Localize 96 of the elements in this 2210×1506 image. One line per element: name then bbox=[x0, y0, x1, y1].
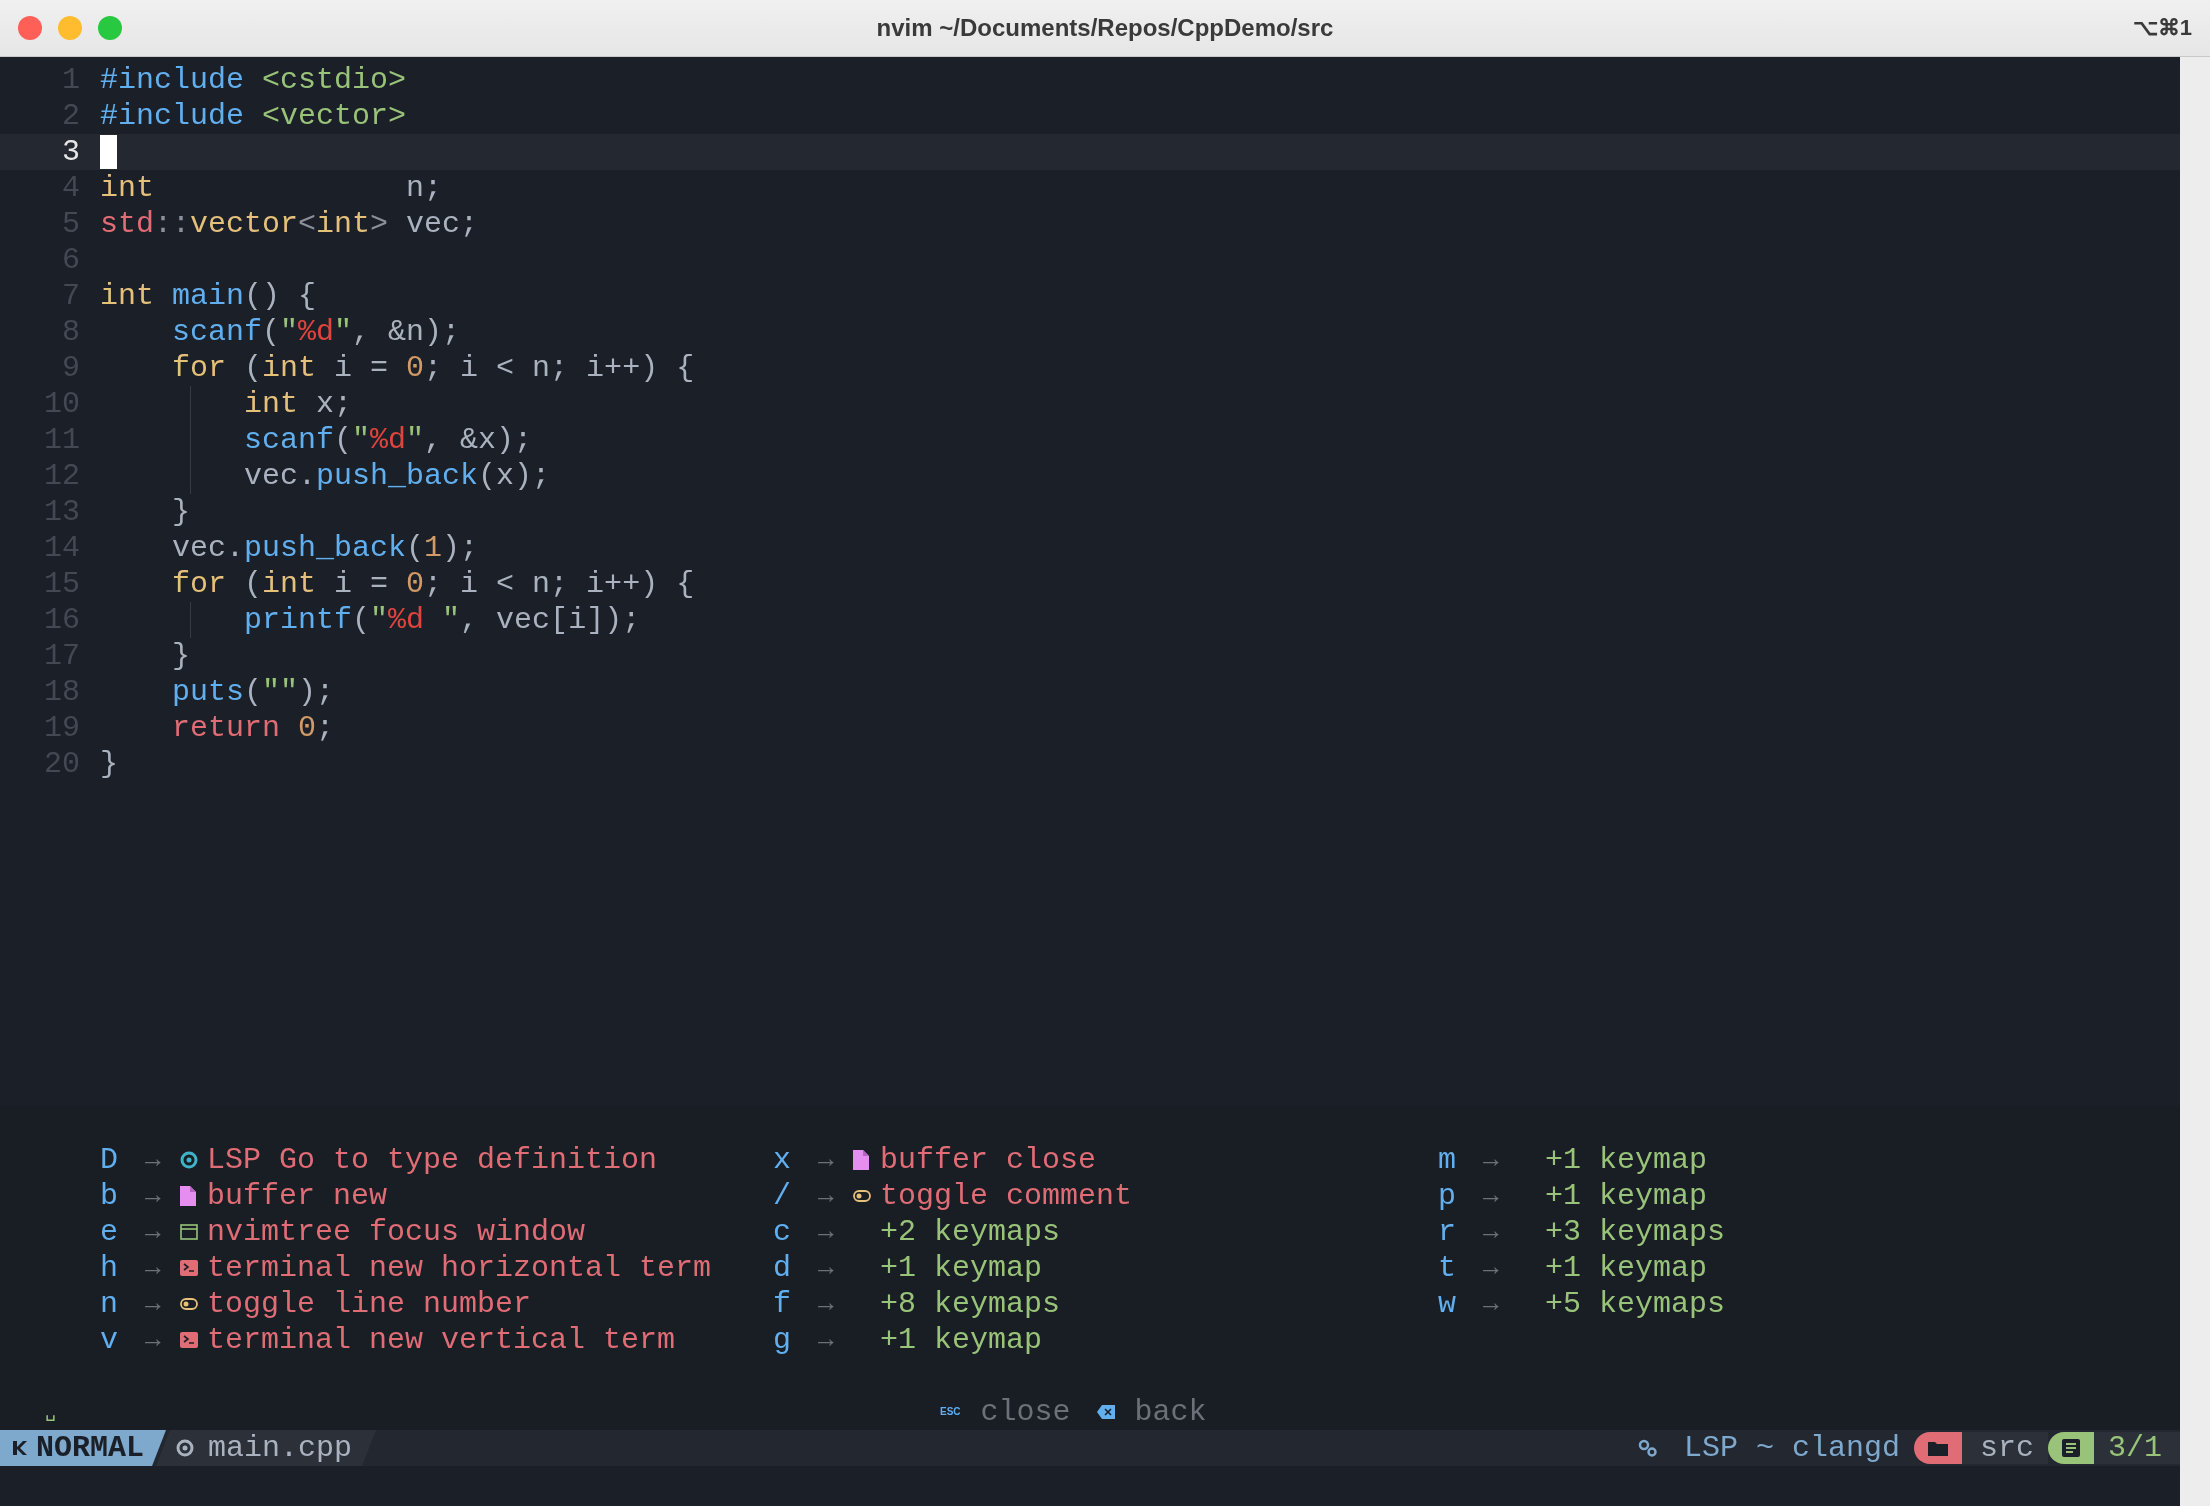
code-line: int x; bbox=[243, 387, 353, 421]
code-line: std::vector<int> vec; bbox=[100, 207, 479, 241]
command-label[interactable]: terminal new vertical term bbox=[207, 1322, 676, 1358]
key-label: n bbox=[100, 1286, 119, 1322]
group-label[interactable]: +5 keymaps bbox=[1545, 1286, 1726, 1322]
arrow: → bbox=[145, 1324, 162, 1357]
code-line: vec.push_back(1); bbox=[171, 531, 479, 565]
key-label: p bbox=[1438, 1178, 1457, 1214]
line-number: 3 bbox=[61, 134, 80, 170]
code-line: } bbox=[171, 639, 190, 673]
command-label[interactable]: buffer new bbox=[207, 1178, 388, 1214]
arrow: → bbox=[1483, 1288, 1500, 1321]
group-label[interactable]: +3 keymaps bbox=[1545, 1214, 1726, 1250]
key-label: D bbox=[100, 1142, 119, 1178]
arrow: → bbox=[1483, 1144, 1500, 1177]
file-icon bbox=[180, 1186, 196, 1206]
window-title: nvim ~/Documents/Repos/CppDemo/src bbox=[876, 14, 1334, 41]
command-label[interactable]: toggle line number bbox=[207, 1286, 532, 1322]
command-label[interactable]: nvimtree focus window bbox=[207, 1214, 586, 1250]
toggle-icon bbox=[180, 1298, 198, 1310]
command-label[interactable]: buffer close bbox=[880, 1142, 1097, 1178]
key-label: m bbox=[1438, 1142, 1457, 1178]
code-line: vec.push_back(x); bbox=[243, 459, 551, 493]
code-line: scanf("%d", &n); bbox=[171, 315, 461, 349]
key-label: e bbox=[100, 1214, 119, 1250]
arrow: → bbox=[1483, 1252, 1500, 1285]
arrow: → bbox=[145, 1144, 162, 1177]
arrow: → bbox=[1483, 1216, 1500, 1249]
arrow: → bbox=[818, 1288, 835, 1321]
vim-icon bbox=[12, 1440, 28, 1456]
code-line: int main() { bbox=[100, 279, 317, 313]
file-tab[interactable]: main.cpp bbox=[156, 1430, 377, 1466]
cwd-label: src bbox=[1961, 1432, 2048, 1464]
code-line: printf("%d ", vec[i]); bbox=[243, 603, 641, 637]
mode-indicator: NORMAL bbox=[0, 1430, 167, 1466]
group-label[interactable]: +1 keymap bbox=[1545, 1142, 1708, 1178]
arrow: → bbox=[818, 1252, 835, 1285]
window-shortcut: ⌥⌘1 bbox=[2132, 15, 2193, 41]
terminal-icon bbox=[180, 1260, 198, 1276]
arrow: → bbox=[818, 1180, 835, 1213]
key-label: c bbox=[773, 1214, 792, 1250]
group-label[interactable]: +1 keymap bbox=[1545, 1178, 1708, 1214]
lines-icon bbox=[2062, 1439, 2080, 1457]
key-label: b bbox=[100, 1178, 119, 1214]
command-label[interactable]: toggle comment bbox=[880, 1178, 1133, 1214]
arrow: → bbox=[145, 1180, 162, 1213]
code-line: #include <cstdio> bbox=[100, 63, 407, 97]
group-label[interactable]: +1 keymap bbox=[1545, 1250, 1708, 1286]
key-label: w bbox=[1438, 1286, 1457, 1322]
minimize-button[interactable] bbox=[58, 16, 82, 40]
arrow: → bbox=[145, 1288, 162, 1321]
code-line: } bbox=[171, 495, 190, 529]
key-label: / bbox=[773, 1178, 792, 1214]
backspace-icon bbox=[1096, 1405, 1115, 1419]
arrow: → bbox=[1483, 1180, 1500, 1213]
folder-icon bbox=[1927, 1440, 1948, 1456]
esc-key: ESC bbox=[940, 1394, 961, 1430]
code-line: return 0; bbox=[171, 711, 335, 745]
terminal-icon bbox=[180, 1332, 198, 1348]
close-button[interactable] bbox=[18, 16, 42, 40]
code-line: scanf("%d", &x); bbox=[243, 423, 533, 457]
lsp-status: LSP ~ clangd bbox=[1683, 1431, 1900, 1465]
arrow: → bbox=[818, 1324, 835, 1357]
arrow: → bbox=[818, 1144, 835, 1177]
code-line: #include <vector> bbox=[100, 99, 407, 133]
key-label: t bbox=[1438, 1250, 1457, 1286]
code-line: int n; bbox=[100, 171, 443, 205]
group-label[interactable]: +2 keymaps bbox=[880, 1214, 1061, 1250]
hint-label: close bbox=[980, 1394, 1071, 1430]
command-label[interactable]: terminal new horizontal term bbox=[207, 1250, 712, 1286]
code-line: } bbox=[100, 747, 118, 781]
command-label[interactable]: LSP Go to type definition bbox=[207, 1142, 658, 1178]
cursor-position: 3/1 bbox=[2094, 1432, 2180, 1464]
key-label: r bbox=[1438, 1214, 1457, 1250]
key-label: g bbox=[773, 1322, 792, 1358]
key-label: d bbox=[773, 1250, 792, 1286]
key-label: h bbox=[100, 1250, 119, 1286]
arrow: → bbox=[818, 1216, 835, 1249]
arrow: → bbox=[145, 1216, 162, 1249]
group-label[interactable]: +1 keymap bbox=[880, 1250, 1043, 1286]
toggle-icon bbox=[853, 1190, 871, 1202]
key-label: f bbox=[773, 1286, 792, 1322]
hint-label: back bbox=[1134, 1394, 1207, 1430]
key-prefix: ␣ bbox=[45, 1401, 56, 1424]
zoom-button[interactable] bbox=[98, 16, 122, 40]
group-label[interactable]: +1 keymap bbox=[880, 1322, 1043, 1358]
code-line: for (int i = 0; i < n; i++) { bbox=[171, 567, 695, 601]
code-line: for (int i = 0; i < n; i++) { bbox=[171, 351, 695, 385]
arrow: → bbox=[145, 1252, 162, 1285]
window-icon bbox=[180, 1224, 198, 1240]
code-line: puts(""); bbox=[171, 675, 335, 709]
file-icon bbox=[853, 1150, 869, 1170]
cursor bbox=[100, 135, 117, 169]
group-label[interactable]: +8 keymaps bbox=[880, 1286, 1061, 1322]
key-label: v bbox=[100, 1322, 119, 1358]
key-label: x bbox=[773, 1142, 792, 1178]
